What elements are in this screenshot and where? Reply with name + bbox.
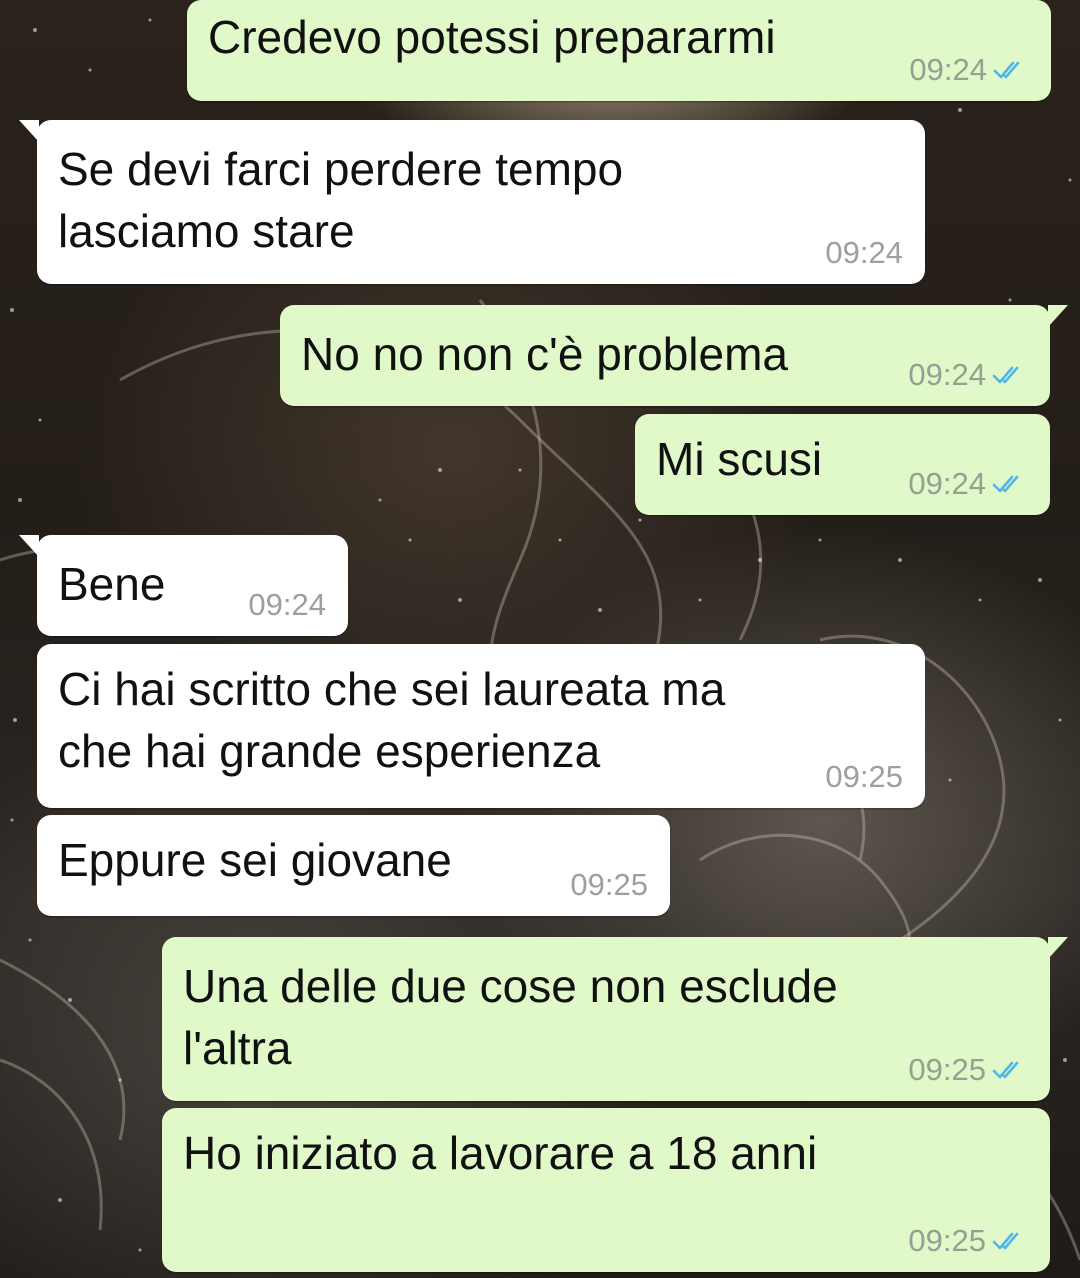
message-meta: 09:24 bbox=[825, 236, 903, 270]
message-time: 09:24 bbox=[908, 466, 986, 501]
message-bubble-outgoing[interactable]: Mi scusi 09:24 bbox=[635, 414, 1050, 515]
message-time: 09:24 bbox=[909, 52, 987, 87]
message-bubble-incoming[interactable]: Bene 09:24 bbox=[19, 535, 348, 636]
bubble-tail bbox=[19, 535, 39, 557]
double-check-icon bbox=[992, 366, 1019, 384]
message-time: 09:25 bbox=[570, 867, 648, 902]
message-bubble-incoming[interactable]: Se devi farci perdere tempo lasciamo sta… bbox=[19, 120, 925, 284]
bubble-tail bbox=[1048, 305, 1068, 327]
bubble-tail bbox=[1048, 937, 1068, 959]
message-bubble-outgoing[interactable]: Credevo potessi prepararmi 09:24 bbox=[187, 0, 1051, 101]
message-meta: 09:25 bbox=[908, 1224, 1028, 1258]
message-time: 09:25 bbox=[908, 1052, 986, 1087]
double-check-icon bbox=[993, 61, 1020, 79]
message-text: Credevo potessi prepararmi bbox=[208, 11, 776, 63]
message-time: 09:25 bbox=[825, 759, 903, 794]
message-time: 09:24 bbox=[908, 357, 986, 392]
message-time: 09:25 bbox=[908, 1223, 986, 1258]
message-bubble-outgoing[interactable]: Ho iniziato a lavorare a 18 anni 09:25 bbox=[162, 1108, 1050, 1272]
message-meta: 09:24 bbox=[908, 358, 1028, 392]
message-bubble-outgoing[interactable]: Una delle due cose non esclude l'altra 0… bbox=[162, 937, 1068, 1101]
message-text: Ho iniziato a lavorare a 18 anni bbox=[183, 1127, 818, 1179]
message-bubble-incoming[interactable]: Eppure sei giovane 09:25 bbox=[37, 815, 670, 916]
message-bubble-incoming[interactable]: Ci hai scritto che sei laureata ma che h… bbox=[37, 644, 925, 808]
message-text: Eppure sei giovane bbox=[58, 834, 452, 886]
message-meta: 09:25 bbox=[908, 1053, 1028, 1087]
bubble-tail bbox=[19, 120, 39, 142]
message-time: 09:24 bbox=[825, 235, 903, 270]
message-text: Una delle due cose non esclude l'altra bbox=[183, 960, 838, 1074]
double-check-icon bbox=[992, 1232, 1019, 1250]
message-text: Ci hai scritto che sei laureata ma che h… bbox=[58, 663, 726, 777]
message-meta: 09:24 bbox=[908, 467, 1028, 501]
message-meta: 09:24 bbox=[909, 53, 1029, 87]
message-meta: 09:25 bbox=[825, 760, 903, 794]
double-check-icon bbox=[992, 1061, 1019, 1079]
message-meta: 09:25 bbox=[570, 868, 648, 902]
message-time: 09:24 bbox=[248, 587, 326, 622]
message-meta: 09:24 bbox=[248, 588, 326, 622]
message-bubble-outgoing[interactable]: No no non c'è problema 09:24 bbox=[280, 305, 1068, 406]
double-check-icon bbox=[992, 475, 1019, 493]
message-text: Se devi farci perdere tempo lasciamo sta… bbox=[58, 143, 624, 257]
